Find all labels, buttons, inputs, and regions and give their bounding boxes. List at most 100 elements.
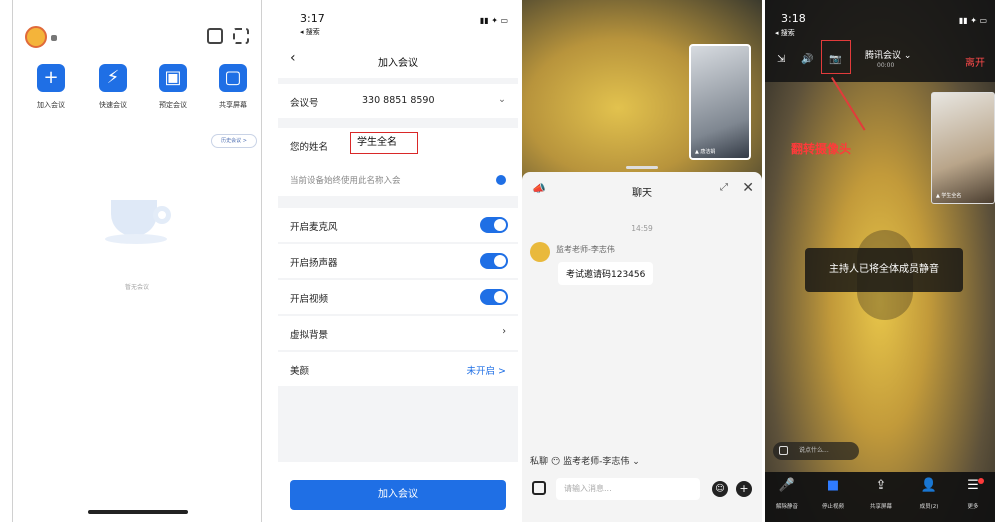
self-video-thumbnail[interactable]: ▲ 唐洁娟 — [689, 44, 751, 160]
beauty-value[interactable]: 未开启 > — [467, 363, 506, 377]
join-meeting-screen: 3:17 ◂ 搜索 ▮▮ ✦ ▭ ‹ 加入会议 会议号 330 8851 859… — [278, 0, 518, 522]
tile-label: 快速会议 — [99, 101, 127, 109]
meeting-topbar: 3:18 ◂ 搜索 ▮▮ ✦ ▭ ⇲ 🔊 📷 腾讯会议 ⌄ 00:00 离开 — [765, 0, 995, 82]
page-title: 加入会议 — [378, 58, 418, 69]
chat-icon — [779, 446, 788, 455]
status-time: 3:17 — [300, 12, 325, 25]
more-button[interactable]: ☰ 更多 — [955, 478, 991, 510]
toolbar-label: 成员(2) — [919, 504, 939, 510]
calendar-icon[interactable] — [207, 28, 223, 44]
members-button[interactable]: 👤 成员(2) — [911, 478, 947, 510]
status-back-link[interactable]: ◂ 搜索 — [775, 28, 795, 38]
tile-quick-meeting[interactable]: ⚡ 快速会议 — [91, 64, 135, 110]
remember-name-row[interactable]: 当前设备始终使用此名称入会 — [278, 162, 518, 196]
meeting-id-label: 会议号 — [290, 98, 319, 109]
empty-cup-illustration — [105, 186, 175, 246]
user-avatar[interactable] — [25, 26, 47, 48]
chat-timestamp: 14:59 — [631, 224, 653, 233]
mic-row: 开启麦克风 — [278, 208, 518, 242]
emoji-icon[interactable]: ☺ — [712, 481, 728, 497]
leave-button[interactable]: 离开 — [965, 54, 985, 69]
unmute-button[interactable]: 🎤 解除静音 — [769, 478, 805, 510]
close-icon[interactable]: ✕ — [742, 180, 754, 196]
self-video-thumbnail[interactable]: ▲ 学生全名 — [931, 92, 995, 204]
calendar-icon: ▣ — [159, 64, 187, 92]
mute-all-toast: 主持人已将全体成员静音 — [805, 248, 963, 292]
speaker-toggle[interactable] — [480, 253, 508, 269]
toolbar-label: 共享屏幕 — [869, 504, 892, 510]
toolbar-label: 停止视频 — [821, 504, 844, 510]
beauty-row[interactable]: 美颜 未开启 > — [278, 352, 518, 386]
signal-icons: ▮▮ ✦ ▭ — [958, 16, 987, 25]
speaker-icon[interactable]: 🔊 — [801, 54, 813, 65]
keyboard-icon[interactable] — [532, 481, 546, 495]
mic-label: 开启麦克风 — [290, 222, 338, 233]
message-bubble: 考试邀请码123456 — [558, 262, 654, 285]
meeting-chat-screen: ▲ 唐洁娟 📣 聊天 ⤢ ✕ 14:59 监考老师-李志伟 考试邀请码12345… — [522, 0, 762, 522]
chevron-down-icon[interactable]: ⌄ — [498, 94, 506, 105]
share-screen-button[interactable]: ⇪ 共享屏幕 — [863, 478, 899, 510]
virtual-bg-row[interactable]: 虚拟背景 › — [278, 316, 518, 350]
scan-icon[interactable] — [233, 28, 249, 44]
user-name-dot — [51, 35, 57, 41]
name-row: 您的姓名 学生全名 — [278, 128, 518, 162]
status-time: 3:18 — [781, 12, 806, 25]
virtual-bg-label: 虚拟背景 — [290, 330, 329, 341]
screenshot-collage: + 加入会议 ⚡ 快速会议 ▣ 预定会议 ▢ 共享屏幕 历史会议 > 暂无会议 … — [0, 0, 995, 522]
toolbar-label: 更多 — [967, 504, 979, 510]
join-meeting-button[interactable]: 加入会议 — [290, 480, 506, 510]
empty-state-label: 暂无会议 — [124, 284, 149, 291]
members-icon: 👤 — [920, 478, 938, 493]
toolbar-label: 解除静音 — [775, 504, 798, 510]
meeting-toolbar: 🎤 解除静音 ■ 停止视频 ⇪ 共享屏幕 👤 成员(2) ☰ 更多 — [765, 472, 995, 522]
status-bar: 3:17 ◂ 搜索 ▮▮ ✦ ▭ — [278, 0, 518, 40]
video-icon: ■ — [826, 478, 840, 493]
meeting-id-value[interactable]: 330 8851 8590 — [362, 95, 435, 106]
tile-join-meeting[interactable]: + 加入会议 — [29, 64, 73, 110]
lightning-icon: ⚡ — [99, 64, 127, 92]
name-input[interactable]: 学生全名 — [350, 132, 418, 154]
pip-name: ▲ 唐洁娟 — [695, 149, 716, 155]
minimize-icon[interactable]: ⇲ — [777, 54, 785, 65]
private-chat-selector[interactable]: 私聊 😶 监考老师-李志伟 ⌄ — [530, 454, 640, 467]
in-meeting-screen: 3:18 ◂ 搜索 ▮▮ ✦ ▭ ⇲ 🔊 📷 腾讯会议 ⌄ 00:00 离开 翻… — [765, 0, 995, 522]
video-row: 开启视频 — [278, 280, 518, 314]
status-back-link[interactable]: ◂ 搜索 — [300, 27, 320, 37]
drag-handle[interactable] — [626, 166, 658, 169]
name-label: 您的姓名 — [290, 142, 329, 153]
remember-name-hint: 当前设备始终使用此名称入会 — [290, 176, 401, 186]
signal-icons: ▮▮ ✦ ▭ — [479, 16, 508, 25]
notification-badge — [978, 478, 984, 484]
message-input[interactable]: 请输入消息... — [556, 478, 700, 500]
mic-toggle[interactable] — [480, 217, 508, 233]
flip-camera-annotation: 翻转摄像头 — [791, 142, 852, 156]
home-topbar — [25, 26, 249, 50]
history-meetings-button[interactable]: 历史会议 > — [211, 134, 257, 148]
home-screen: + 加入会议 ⚡ 快速会议 ▣ 预定会议 ▢ 共享屏幕 历史会议 > 暂无会议 — [12, 0, 262, 522]
tile-schedule-meeting[interactable]: ▣ 预定会议 — [151, 64, 195, 110]
tile-share-screen[interactable]: ▢ 共享屏幕 — [211, 64, 255, 110]
expand-icon[interactable]: ⤢ — [720, 182, 728, 193]
video-label: 开启视频 — [290, 294, 329, 305]
sender-avatar — [530, 242, 550, 262]
tile-label: 预定会议 — [159, 101, 187, 109]
tile-label: 共享屏幕 — [219, 101, 247, 109]
speaker-label: 开启扬声器 — [290, 258, 338, 269]
chevron-right-icon: › — [502, 326, 506, 337]
speaker-row: 开启扬声器 — [278, 244, 518, 278]
home-indicator — [88, 510, 188, 514]
share-icon: ⇪ — [875, 478, 887, 493]
menu-icon: ☰ — [967, 478, 979, 493]
mic-off-icon: 🎤 — [778, 478, 796, 493]
stop-video-button[interactable]: ■ 停止视频 — [815, 478, 851, 510]
meeting-id-row[interactable]: 会议号 330 8851 8590 ⌄ — [278, 84, 518, 118]
nav-bar: ‹ 加入会议 — [278, 40, 518, 78]
video-toggle[interactable] — [480, 289, 508, 305]
check-icon[interactable] — [496, 175, 506, 185]
beauty-label: 美颜 — [290, 366, 310, 377]
meeting-title[interactable]: 腾讯会议 ⌄ — [865, 48, 911, 61]
screen-icon: ▢ — [219, 64, 247, 92]
quick-chat-bubble[interactable]: 说点什么... — [773, 442, 859, 460]
flip-camera-highlight — [821, 40, 851, 74]
plus-icon[interactable]: + — [736, 481, 752, 497]
